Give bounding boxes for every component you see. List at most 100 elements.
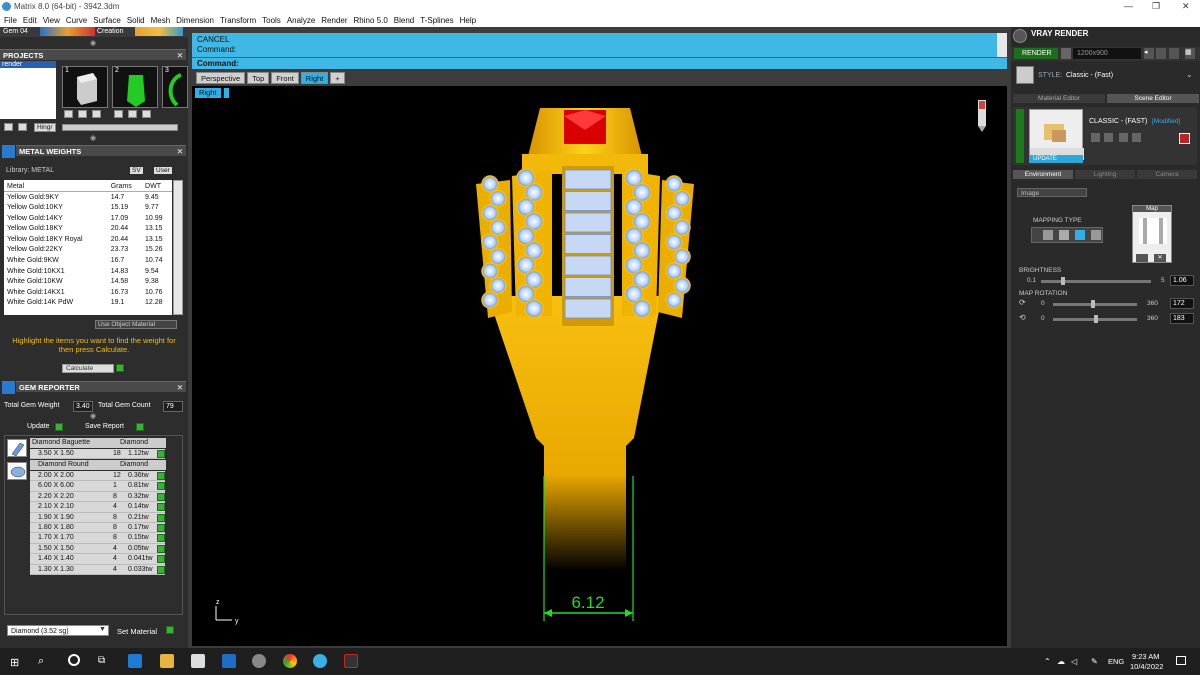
menu-blend[interactable]: Blend xyxy=(394,16,414,25)
menu-surface[interactable]: Surface xyxy=(93,16,121,25)
col-metal[interactable]: Metal xyxy=(4,181,108,193)
hinge-button[interactable]: Hingr xyxy=(34,123,56,132)
notification-icon[interactable] xyxy=(1176,656,1186,665)
metal-scrollbar[interactable] xyxy=(173,180,183,315)
collapse-icon[interactable]: ◉ xyxy=(90,39,96,47)
prev-icon[interactable]: ◂ xyxy=(1144,48,1154,59)
creation-icons[interactable] xyxy=(135,27,183,36)
gem-row[interactable]: 3.50 X 1.50 18 1.12tw xyxy=(30,449,165,460)
volume-icon[interactable]: ◁ xyxy=(1071,657,1077,666)
table-row[interactable]: Yellow Gold:18KY Royal 20.44 13.15 xyxy=(4,234,172,245)
add-folder-button[interactable] xyxy=(18,123,27,131)
material-select[interactable]: Diamond (3.52 sg) xyxy=(7,625,109,636)
calculate-field[interactable]: Calculate xyxy=(62,364,114,373)
brightness-value[interactable]: 1.06 xyxy=(1170,275,1194,286)
collapse-icon[interactable]: ◉ xyxy=(90,412,96,420)
update-button[interactable] xyxy=(55,423,63,431)
gem-row[interactable]: 2.10 X 2.10 4 0.14tw xyxy=(30,502,165,513)
mapping-box-icon[interactable] xyxy=(1059,230,1069,240)
thumb-add-icon[interactable] xyxy=(114,110,123,118)
thumb-delete-icon[interactable] xyxy=(92,110,101,118)
rotation2-value[interactable]: 183 xyxy=(1170,313,1194,324)
map-load-icon[interactable] xyxy=(1136,254,1148,262)
dropdown-icon[interactable] xyxy=(1169,48,1179,59)
menu-mesh[interactable]: Mesh xyxy=(151,16,171,25)
matrix-icon[interactable] xyxy=(313,654,327,668)
gem-select-button[interactable] xyxy=(157,450,165,458)
resolution-field[interactable]: 1200x900 xyxy=(1073,48,1141,59)
store-icon[interactable] xyxy=(191,654,205,668)
task-view-icon[interactable] xyxy=(68,654,80,666)
creation-label[interactable]: Creation xyxy=(97,28,123,35)
command-scrollbar[interactable] xyxy=(997,33,1007,57)
menu-render[interactable]: Render xyxy=(321,16,347,25)
gem-select-button[interactable] xyxy=(157,534,165,543)
update-preview-button[interactable]: UPDATE xyxy=(1029,155,1083,163)
mail-icon[interactable] xyxy=(222,654,236,668)
environment-select[interactable]: Image xyxy=(1017,188,1087,197)
add-icon[interactable] xyxy=(1119,133,1128,142)
table-row[interactable]: White Gold:14K PdW 19.1 12.28 xyxy=(4,298,172,309)
tab-lighting[interactable]: Lighting xyxy=(1075,170,1135,179)
map-clear-icon[interactable]: ✕ xyxy=(1154,254,1166,262)
table-row[interactable]: Yellow Gold:22KY 23.73 15.26 xyxy=(4,245,172,256)
copy-icon[interactable] xyxy=(1104,133,1113,142)
col-grams[interactable]: Grams xyxy=(107,181,143,193)
menu-dimension[interactable]: Dimension xyxy=(176,16,214,25)
gem-row[interactable]: 1.70 X 1.70 8 0.15tw xyxy=(30,533,165,544)
close-icon[interactable]: ✕ xyxy=(177,382,183,393)
gem-select-button[interactable] xyxy=(157,513,165,522)
add-project-button[interactable] xyxy=(4,123,13,131)
mapping-sphere-icon[interactable] xyxy=(1091,230,1101,240)
mapping-plane-icon[interactable] xyxy=(1043,230,1053,240)
tab-front[interactable]: Front xyxy=(271,72,299,84)
search-icon[interactable]: ⌕ xyxy=(38,655,44,668)
project-thumb-1[interactable]: 1 xyxy=(62,66,108,108)
table-row[interactable]: White Gold:10KW 14.58 9.38 xyxy=(4,276,172,287)
menu-rhino[interactable]: Rhino 5.0 xyxy=(354,16,388,25)
menu-tsplines[interactable]: T-Splines xyxy=(420,16,453,25)
thumb-scrollbar[interactable] xyxy=(62,124,178,131)
app-icon[interactable] xyxy=(344,654,358,668)
clock-time[interactable]: 9:23 AM xyxy=(1132,652,1160,661)
tab-top[interactable]: Top xyxy=(247,72,270,84)
rotation2-slider[interactable] xyxy=(1053,315,1137,323)
gem-row[interactable]: 1.40 X 1.40 4 0.041tw xyxy=(30,554,165,565)
menu-curve[interactable]: Curve xyxy=(66,16,87,25)
menu-analyze[interactable]: Analyze xyxy=(287,16,315,25)
tray-chevron-icon[interactable]: ⌃ xyxy=(1044,657,1051,666)
save-report-button[interactable] xyxy=(136,423,144,431)
table-row[interactable]: Yellow Gold:14KY 17.09 10.99 xyxy=(4,213,172,224)
gem-row[interactable]: 2.20 X 2.20 8 0.32tw xyxy=(30,491,165,503)
save-icon[interactable] xyxy=(1091,133,1100,142)
gem-select-button[interactable] xyxy=(157,565,165,574)
file-explorer-icon[interactable] xyxy=(160,654,174,668)
table-row[interactable]: White Gold:14KX1 16.73 10.76 xyxy=(4,287,172,298)
gem-row[interactable]: 1.50 X 1.50 4 0.05tw xyxy=(30,543,165,555)
gem-select-button[interactable] xyxy=(157,472,165,480)
chevron-down-icon[interactable]: ⌄ xyxy=(1186,70,1193,79)
menu-view[interactable]: View xyxy=(43,16,60,25)
use-object-material-button[interactable]: Use Object Material xyxy=(95,320,177,329)
gem-label[interactable]: Gem 04 xyxy=(3,28,28,35)
close-icon[interactable]: ✕ xyxy=(177,146,183,157)
menu-transform[interactable]: Transform xyxy=(220,16,256,25)
render-settings-icon[interactable] xyxy=(1061,48,1071,59)
clock-date[interactable]: 10/4/2022 xyxy=(1130,662,1163,671)
remove-icon[interactable] xyxy=(1132,133,1141,142)
language-indicator[interactable]: ENG xyxy=(1108,657,1124,666)
settings-icon[interactable]: ▦ xyxy=(1185,48,1195,59)
command-prompt[interactable]: Command: xyxy=(192,57,1007,69)
gem-toolbar-icons[interactable] xyxy=(40,27,95,36)
calculate-button[interactable] xyxy=(116,364,124,372)
close-icon[interactable]: ✕ xyxy=(177,50,183,61)
table-row[interactable]: Yellow Gold:18KY 20.44 13.15 xyxy=(4,223,172,234)
col-dwt[interactable]: DWT xyxy=(142,181,172,193)
windows-start-icon[interactable]: ⊞ xyxy=(10,656,19,669)
menu-edit[interactable]: Edit xyxy=(23,16,37,25)
thumb-tool-icon[interactable] xyxy=(128,110,137,118)
gem-row[interactable]: 2.00 X 2.00 12 0.36tw xyxy=(30,471,165,482)
reset-icon[interactable] xyxy=(1179,133,1190,144)
expand-handle[interactable] xyxy=(1016,109,1024,163)
minimize-button[interactable]: — xyxy=(1124,1,1133,11)
